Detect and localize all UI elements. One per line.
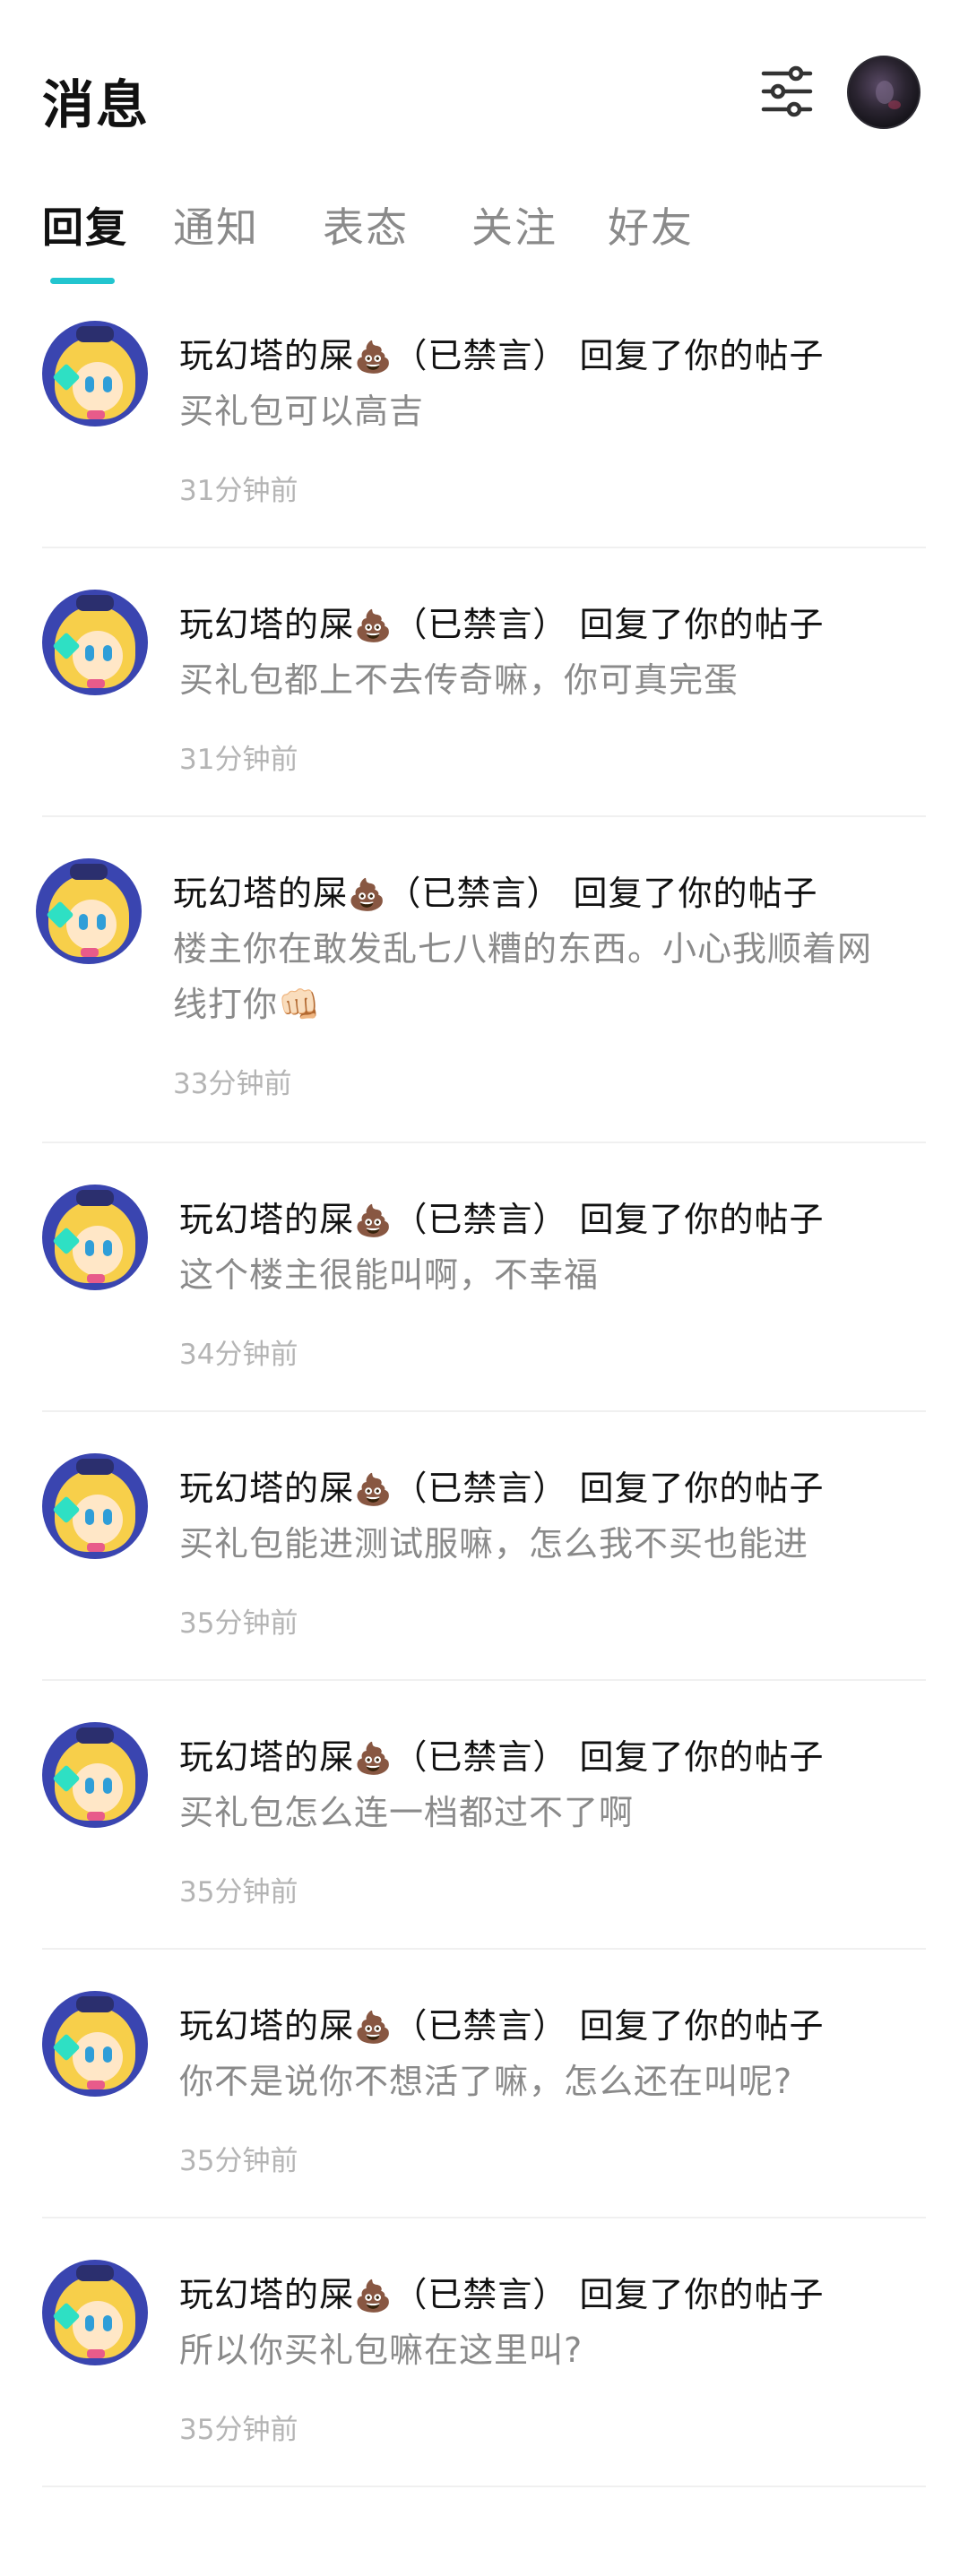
reply-header: 玩幻塔的屎💩（已禁言） 回复了你的帖子 — [179, 328, 824, 377]
username[interactable]: 玩幻塔的屎 — [179, 336, 354, 375]
tab-notice[interactable]: 通知 — [173, 195, 259, 254]
muted-tag: （已禁言） — [393, 1469, 568, 1508]
muted-tag: （已禁言） — [393, 2006, 568, 2046]
avatar[interactable] — [36, 858, 142, 964]
poop-emoji: 💩 — [354, 608, 393, 644]
muted-tag: （已禁言） — [393, 1200, 568, 1239]
muted-tag: （已禁言） — [393, 2275, 568, 2314]
list-item[interactable]: 玩幻塔的屎💩（已禁言） 回复了你的帖子 买礼包都上不去传奇嘛，你可真完蛋 31分… — [0, 548, 968, 817]
reply-header: 玩幻塔的屎💩（已禁言） 回复了你的帖子 — [179, 597, 824, 646]
reply-time: 35分钟前 — [179, 1607, 298, 1640]
reply-header: 玩幻塔的屎💩（已禁言） 回复了你的帖子 — [179, 2267, 824, 2316]
muted-tag: （已禁言） — [393, 336, 568, 375]
list-item[interactable]: 玩幻塔的屎💩（已禁言） 回复了你的帖子 买礼包能进测试服嘛，怎么我不买也能进 3… — [0, 1412, 968, 1681]
reply-content: 所以你买礼包嘛在这里叫? — [179, 2330, 583, 2370]
reply-content: 买礼包可以高吉 — [179, 392, 425, 431]
avatar[interactable] — [42, 590, 148, 695]
username[interactable]: 玩幻塔的屎 — [179, 2275, 354, 2314]
muted-tag: （已禁言） — [393, 1737, 568, 1777]
tab-friends[interactable]: 好友 — [608, 195, 694, 254]
filter-button[interactable] — [758, 63, 816, 120]
avatar[interactable] — [42, 1991, 148, 2097]
muted-tag: （已禁言） — [393, 605, 568, 644]
reply-action: 回复了你的帖子 — [579, 336, 825, 375]
muted-tag: （已禁言） — [386, 874, 562, 913]
tab-bar: 回复 通知 表态 关注 好友 — [0, 195, 968, 285]
reply-action: 回复了你的帖子 — [573, 874, 818, 913]
reply-header: 玩幻塔的屎💩（已禁言） 回复了你的帖子 — [179, 1192, 824, 1241]
reply-time: 31分钟前 — [179, 744, 298, 776]
reply-action: 回复了你的帖子 — [579, 1200, 825, 1239]
list-item[interactable]: 玩幻塔的屎💩（已禁言） 回复了你的帖子 买礼包怎么连一档都过不了啊 35分钟前 — [0, 1681, 968, 1950]
reply-time: 35分钟前 — [179, 1876, 298, 1908]
poop-emoji: 💩 — [354, 1472, 393, 1508]
reply-content: 买礼包都上不去传奇嘛，你可真完蛋 — [179, 660, 739, 700]
poop-emoji: 💩 — [354, 2279, 393, 2314]
username[interactable]: 玩幻塔的屎 — [179, 1469, 354, 1508]
avatar[interactable] — [42, 2260, 148, 2365]
reply-header: 玩幻塔的屎💩（已禁言） 回复了你的帖子 — [179, 1460, 824, 1510]
avatar[interactable] — [42, 1722, 148, 1828]
messages-page: 消息 回复 通知 表态 关注 好友 玩幻塔的屎💩（已禁言） 回复了你的帖子 买礼… — [0, 0, 968, 2576]
reply-content: 楼主你在敢发乱七八糟的东西。小心我顺着网线打你👊🏻 — [173, 929, 873, 1024]
username[interactable]: 玩幻塔的屎 — [179, 605, 354, 644]
list-item[interactable]: 玩幻塔的屎💩（已禁言） 回复了你的帖子 这个楼主很能叫啊，不幸福 34分钟前 — [0, 1143, 968, 1412]
avatar[interactable] — [42, 1453, 148, 1559]
reply-action: 回复了你的帖子 — [579, 1469, 825, 1508]
reply-header: 玩幻塔的屎💩（已禁言） 回复了你的帖子 — [173, 866, 817, 915]
reply-time: 33分钟前 — [173, 1068, 292, 1100]
tab-reaction[interactable]: 表态 — [323, 195, 409, 254]
reply-content: 买礼包能进测试服嘛，怎么我不买也能进 — [179, 1524, 809, 1564]
reply-action: 回复了你的帖子 — [579, 2006, 825, 2046]
sliders-icon — [761, 65, 813, 117]
avatar-glint — [888, 100, 901, 109]
reply-action: 回复了你的帖子 — [579, 605, 825, 644]
reply-content: 这个楼主很能叫啊，不幸福 — [179, 1255, 600, 1295]
poop-emoji: 💩 — [354, 1741, 393, 1777]
list-item[interactable]: 玩幻塔的屎💩（已禁言） 回复了你的帖子 楼主你在敢发乱七八糟的东西。小心我顺着网… — [0, 817, 968, 1143]
list-item[interactable]: 玩幻塔的屎💩（已禁言） 回复了你的帖子 买礼包可以高吉 31分钟前 — [0, 305, 968, 548]
poop-emoji: 💩 — [354, 2010, 393, 2046]
tab-follow[interactable]: 关注 — [471, 195, 557, 254]
reply-action: 回复了你的帖子 — [579, 1737, 825, 1777]
reply-content: 你不是说你不想活了嘛，怎么还在叫呢? — [179, 2062, 793, 2101]
avatar[interactable] — [42, 1185, 148, 1290]
reply-time: 35分钟前 — [179, 2414, 298, 2446]
avatar[interactable] — [42, 321, 148, 426]
user-avatar[interactable] — [847, 56, 920, 129]
username[interactable]: 玩幻塔的屎 — [173, 874, 348, 913]
page-title: 消息 — [42, 74, 151, 135]
poop-emoji: 💩 — [348, 877, 387, 913]
reply-time: 35分钟前 — [179, 2145, 298, 2177]
list-item[interactable]: 玩幻塔的屎💩（已禁言） 回复了你的帖子 你不是说你不想活了嘛，怎么还在叫呢? 3… — [0, 1950, 968, 2218]
divider — [42, 2486, 926, 2487]
reply-list: 玩幻塔的屎💩（已禁言） 回复了你的帖子 买礼包可以高吉 31分钟前 玩幻塔的屎💩… — [0, 305, 968, 2487]
tab-indicator — [50, 278, 115, 284]
reply-header: 玩幻塔的屎💩（已禁言） 回复了你的帖子 — [179, 1729, 824, 1779]
poop-emoji: 💩 — [354, 1203, 393, 1239]
reply-time: 31分钟前 — [179, 475, 298, 507]
tab-reply[interactable]: 回复 — [42, 195, 128, 254]
header: 消息 — [0, 0, 968, 179]
reply-header: 玩幻塔的屎💩（已禁言） 回复了你的帖子 — [179, 1998, 824, 2047]
reply-content: 买礼包怎么连一档都过不了啊 — [179, 1793, 635, 1832]
reply-time: 34分钟前 — [179, 1339, 298, 1371]
list-item[interactable]: 玩幻塔的屎💩（已禁言） 回复了你的帖子 所以你买礼包嘛在这里叫? 35分钟前 — [0, 2218, 968, 2487]
username[interactable]: 玩幻塔的屎 — [179, 1200, 354, 1239]
username[interactable]: 玩幻塔的屎 — [179, 1737, 354, 1777]
username[interactable]: 玩幻塔的屎 — [179, 2006, 354, 2046]
poop-emoji: 💩 — [354, 340, 393, 375]
reply-action: 回复了你的帖子 — [579, 2275, 825, 2314]
